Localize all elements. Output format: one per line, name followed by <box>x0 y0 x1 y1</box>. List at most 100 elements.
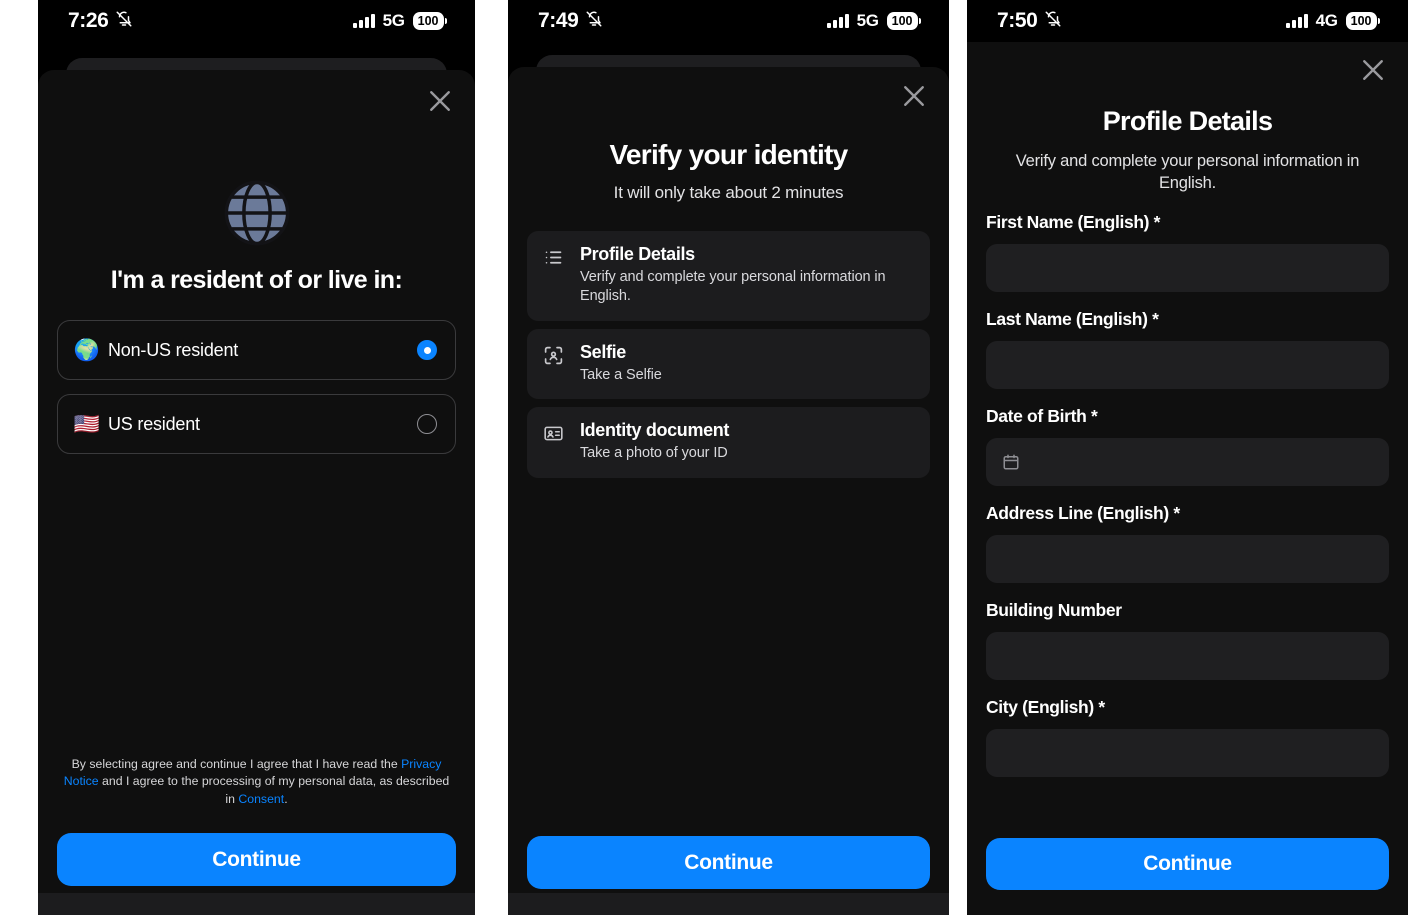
us-flag-emoji-icon: 🇺🇸 <box>73 412 101 436</box>
status-bar: 7:26 5G 100 <box>38 0 475 42</box>
bell-slash-icon <box>115 10 133 33</box>
page-title: I'm a resident of or live in: <box>110 266 403 294</box>
phone-screen-residency: 7:26 5G 100 I'm a resident of or live in… <box>38 0 475 915</box>
radio-us-resident[interactable] <box>417 414 437 434</box>
task-description: Take a Selfie <box>580 366 662 383</box>
option-non-us-resident[interactable]: 🌍 Non-US resident <box>57 320 456 380</box>
profile-details-body: Profile Details Verify and complete your… <box>967 42 1408 915</box>
phone-screen-profile-details: 7:50 4G 100 Profile Details Verify and c… <box>967 0 1408 915</box>
battery-percent: 100 <box>886 12 918 30</box>
battery-percent: 100 <box>412 12 444 30</box>
network-type: 5G <box>382 11 405 30</box>
screenshot-stage: 7:26 5G 100 I'm a resident of or live in… <box>0 0 1428 915</box>
page-title: Verify your identity <box>609 139 848 170</box>
field-first-name: First Name (English) * <box>986 212 1389 292</box>
field-label: Last Name (English) * <box>986 309 1159 329</box>
task-text-block: Selfie Take a Selfie <box>580 342 662 385</box>
home-indicator-area <box>38 893 475 915</box>
residency-option-list: 🌍 Non-US resident 🇺🇸 US resident <box>57 320 456 468</box>
profile-form: First Name (English) * Last Name (Englis… <box>986 212 1389 794</box>
bottom-sheet: Verify your identity It will only take a… <box>508 67 949 915</box>
bell-slash-icon <box>585 10 603 33</box>
status-time: 7:50 <box>997 9 1038 32</box>
building-number-input[interactable] <box>986 632 1389 680</box>
status-bar-left: 7:49 <box>538 9 603 33</box>
task-title: Profile Details <box>580 244 695 264</box>
first-name-input[interactable] <box>986 244 1389 292</box>
field-label: Date of Birth * <box>986 406 1098 426</box>
status-bar: 7:49 5G 100 <box>508 0 949 42</box>
continue-button[interactable]: Continue <box>527 836 930 889</box>
legal-text-part1: By selecting agree and continue I agree … <box>71 756 402 771</box>
consent-link[interactable]: Consent <box>238 792 284 806</box>
close-icon[interactable] <box>1358 55 1388 85</box>
battery-cap <box>444 18 447 24</box>
city-input[interactable] <box>986 729 1389 777</box>
page-subtitle: It will only take about 2 minutes <box>613 183 844 202</box>
task-title: Identity document <box>580 420 730 441</box>
globe-emoji-icon: 🌍 <box>73 338 101 362</box>
field-last-name: Last Name (English) * <box>986 309 1389 389</box>
battery-icon: 100 <box>412 12 447 30</box>
legal-text-part3: . <box>284 791 288 806</box>
id-card-icon <box>543 423 567 463</box>
option-us-resident[interactable]: 🇺🇸 US resident <box>57 394 456 454</box>
task-text-block: Profile Details Verify and complete your… <box>580 244 914 307</box>
bell-slash-icon <box>1044 10 1062 33</box>
status-bar-left: 7:50 <box>997 9 1062 33</box>
continue-button[interactable]: Continue <box>986 838 1389 890</box>
continue-button[interactable]: Continue <box>57 833 456 886</box>
task-selfie[interactable]: Selfie Take a Selfie <box>527 328 930 400</box>
bottom-sheet: I'm a resident of or live in: 🌍 Non-US r… <box>38 70 475 915</box>
field-address-line: Address Line (English) * <box>986 503 1389 583</box>
phone-screen-verify-identity: 7:49 5G 100 Verify your identity It will… <box>508 0 949 915</box>
status-bar-right: 5G 100 <box>353 11 447 31</box>
battery-cap <box>1377 18 1380 24</box>
last-name-input[interactable] <box>986 341 1389 389</box>
close-icon[interactable] <box>425 86 455 116</box>
radio-non-us-resident[interactable] <box>417 340 437 360</box>
globe-icon <box>38 178 475 248</box>
field-building-number: Building Number <box>986 600 1389 680</box>
status-bar-left: 7:26 <box>68 9 133 33</box>
page-subtitle: Verify and complete your personal inform… <box>1015 152 1360 192</box>
status-bar-right: 5G 100 <box>827 11 921 31</box>
date-of-birth-input[interactable] <box>986 438 1389 486</box>
task-description: Verify and complete your personal inform… <box>580 269 886 305</box>
battery-icon: 100 <box>886 12 921 30</box>
field-label: City (English) * <box>986 697 1105 717</box>
battery-icon: 100 <box>1345 12 1380 30</box>
calendar-icon <box>1002 453 1020 471</box>
close-icon[interactable] <box>899 81 929 111</box>
task-identity-document[interactable]: Identity document Take a photo of your I… <box>527 407 930 478</box>
battery-cap <box>918 18 921 24</box>
status-time: 7:26 <box>68 9 109 32</box>
address-line-input[interactable] <box>986 535 1389 583</box>
list-bullets-icon <box>543 247 567 307</box>
field-label: First Name (English) * <box>986 212 1161 232</box>
network-type: 4G <box>1315 11 1338 30</box>
status-bar-right: 4G 100 <box>1286 11 1380 31</box>
page-title: Profile Details <box>1102 106 1273 136</box>
task-description: Take a photo of your ID <box>580 445 728 462</box>
signal-bars-icon <box>1286 14 1308 28</box>
option-label: US resident <box>108 413 200 434</box>
task-profile-details[interactable]: Profile Details Verify and complete your… <box>527 231 930 321</box>
field-label: Building Number <box>986 600 1122 620</box>
legal-disclaimer: By selecting agree and continue I agree … <box>60 756 453 808</box>
field-label: Address Line (English) * <box>986 503 1180 523</box>
network-type: 5G <box>856 11 879 30</box>
signal-bars-icon <box>827 14 849 28</box>
field-date-of-birth: Date of Birth * <box>986 406 1389 486</box>
home-indicator-area <box>508 893 949 915</box>
signal-bars-icon <box>353 14 375 28</box>
task-text-block: Identity document Take a photo of your I… <box>580 420 729 463</box>
status-time: 7:49 <box>538 9 579 32</box>
task-title: Selfie <box>580 341 626 362</box>
status-bar: 7:50 4G 100 <box>967 0 1408 42</box>
battery-percent: 100 <box>1345 12 1377 30</box>
verification-task-list: Profile Details Verify and complete your… <box>527 231 930 486</box>
field-city: City (English) * <box>986 697 1389 777</box>
option-label: Non-US resident <box>108 339 239 360</box>
face-scan-icon <box>543 345 567 385</box>
